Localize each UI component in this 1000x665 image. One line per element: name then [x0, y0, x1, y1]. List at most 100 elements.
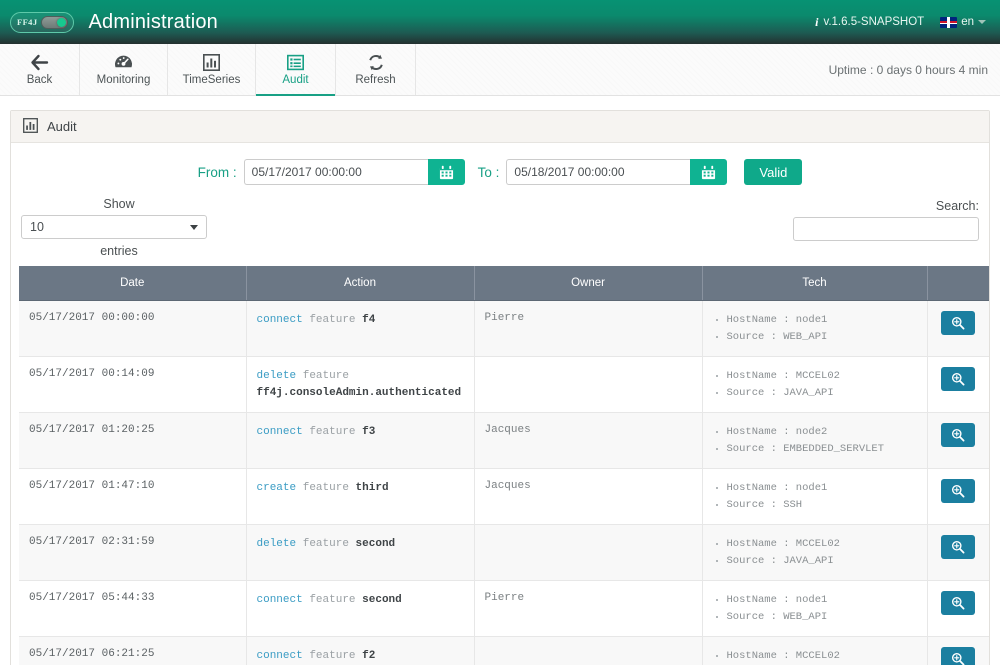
column-header-date[interactable]: Date	[19, 266, 247, 301]
cell-actions	[927, 468, 989, 525]
action-operation: create	[256, 481, 297, 494]
page-size-value: 10	[30, 220, 44, 234]
action-operation: connect	[256, 593, 303, 606]
cell-action: delete feature ff4j.consoleAdmin.authent…	[246, 356, 475, 413]
table-row: 05/17/2017 02:31:59 delete feature second…	[19, 524, 989, 581]
cell-actions	[927, 356, 989, 413]
cell-action: create feature third	[246, 468, 475, 525]
column-header-action[interactable]: Action	[246, 266, 475, 301]
to-date-input[interactable]	[506, 159, 691, 185]
nav-label-timeseries: TimeSeries	[182, 73, 241, 86]
date-filter-row: From : 05/17/2017 00:00:00 To: 05/18/20…	[19, 157, 981, 197]
from-calendar-button[interactable]	[427, 159, 465, 185]
table-head: Date Action Owner Tech	[19, 266, 989, 301]
column-header-tech[interactable]: Tech	[702, 266, 928, 301]
list-icon	[287, 54, 304, 72]
search-group: Search:	[793, 197, 979, 241]
cell-tech: HostName : node1Source : SSH	[702, 468, 928, 525]
nav-item-audit[interactable]: Audit	[256, 44, 336, 96]
brand-label: FF4J	[17, 17, 38, 27]
table-body: 05/17/2017 00:00:00 connect feature f4 Pie…	[19, 300, 989, 665]
language-label: en	[961, 16, 974, 28]
action-operation: connect	[256, 313, 303, 326]
version-label: v.1.6.5-SNAPSHOT	[823, 16, 925, 28]
nav-item-refresh[interactable]: Refresh	[336, 44, 416, 95]
row-details-button[interactable]	[941, 366, 976, 391]
tech-source: Source : WEB_API	[727, 329, 917, 346]
calendar-icon	[702, 165, 716, 179]
tech-hostname: HostName : MCCEL02	[727, 648, 917, 665]
row-details-button[interactable]	[941, 590, 976, 615]
dashboard-gauge-icon	[114, 54, 133, 72]
action-keyword: feature	[302, 537, 349, 550]
language-selector[interactable]: en	[940, 16, 986, 28]
action-operation: delete	[256, 369, 297, 382]
zoom-in-icon	[952, 428, 965, 442]
action-target: second	[362, 593, 402, 606]
cell-owner: Jacques	[474, 468, 703, 525]
search-input[interactable]	[793, 217, 979, 241]
tech-hostname: HostName : node1	[727, 480, 917, 497]
page-title: Administration	[88, 10, 219, 33]
action-operation: connect	[256, 425, 303, 438]
tech-source: Source : WEB_API	[727, 609, 917, 626]
page-size-group: Show 10 entries	[21, 197, 217, 258]
show-label: Show	[103, 197, 135, 211]
table-row: 05/17/2017 01:47:10 create feature third J…	[19, 468, 989, 525]
to-label: To :	[477, 164, 500, 180]
cell-date: 05/17/2017 00:00:00	[19, 300, 247, 357]
from-date-input[interactable]	[243, 159, 428, 185]
tech-hostname: HostName : node1	[727, 592, 917, 609]
ff4j-logo[interactable]: FF4J	[10, 11, 75, 33]
cell-tech: HostName : MCCEL02Source : JAVA_API	[702, 356, 928, 413]
action-target: f3	[362, 425, 376, 438]
cell-tech: HostName : MCCEL02Source : JAVA_API	[702, 524, 928, 581]
cell-actions	[927, 636, 989, 665]
column-header-actions	[927, 266, 989, 301]
row-details-button[interactable]	[941, 422, 976, 447]
tech-hostname: HostName : node1	[727, 312, 917, 329]
bar-chart-icon	[203, 54, 220, 72]
main-navbar: Back Monitoring TimeSeries Audit Refresh…	[0, 44, 1000, 96]
tech-hostname: HostName : MCCEL02	[727, 368, 917, 385]
row-details-button[interactable]	[941, 646, 976, 665]
header-right-group: i v.1.6.5-SNAPSHOT en	[815, 15, 986, 30]
cell-date: 05/17/2017 06:21:25	[19, 636, 247, 665]
cell-tech: HostName : MCCEL02Source : JAVA_API	[702, 636, 928, 665]
tech-hostname: HostName : node2	[727, 424, 917, 441]
nav-item-back[interactable]: Back	[0, 44, 80, 95]
row-details-button[interactable]	[941, 478, 976, 503]
panel-title: Audit	[47, 119, 77, 134]
column-header-owner[interactable]: Owner	[474, 266, 703, 301]
zoom-in-icon	[952, 652, 965, 665]
action-keyword: feature	[309, 593, 356, 606]
action-target: third	[355, 481, 389, 494]
audit-panel: Audit From : 05/17/2017 00:00:00 To: 05…	[10, 110, 990, 665]
zoom-in-icon	[952, 316, 965, 329]
nav-item-timeseries[interactable]: TimeSeries	[168, 44, 256, 95]
page-size-select[interactable]: 10	[21, 215, 207, 239]
search-label: Search:	[935, 199, 979, 213]
nav-label-back: Back	[26, 73, 53, 86]
tech-source: Source : SSH	[727, 497, 917, 514]
from-date-group	[243, 159, 465, 185]
to-calendar-button[interactable]	[690, 159, 728, 185]
nav-item-monitoring[interactable]: Monitoring	[80, 44, 168, 95]
cell-date: 05/17/2017 01:47:10	[19, 468, 247, 525]
row-details-button[interactable]	[941, 534, 976, 559]
cell-date: 05/17/2017 01:20:25	[19, 412, 247, 469]
cell-tech: HostName : node2Source : EMBEDDED_SERVLE…	[702, 412, 928, 469]
cell-action: connect feature f3	[246, 412, 475, 469]
cell-date: 05/17/2017 05:44:33	[19, 580, 247, 637]
cell-tech: HostName : node1Source : WEB_API	[702, 300, 928, 357]
action-keyword: feature	[302, 369, 349, 382]
cell-actions	[927, 524, 989, 581]
chevron-down-icon	[978, 20, 986, 24]
nav-label-audit: Audit	[282, 73, 309, 86]
valid-button[interactable]: Valid	[744, 159, 803, 185]
table-tools-row: Show 10 entries Search:	[19, 197, 981, 266]
cell-date: 05/17/2017 02:31:59	[19, 524, 247, 581]
cell-action: connect feature f2	[246, 636, 475, 665]
tech-source: Source : JAVA_API	[727, 385, 917, 402]
row-details-button[interactable]	[941, 310, 976, 335]
